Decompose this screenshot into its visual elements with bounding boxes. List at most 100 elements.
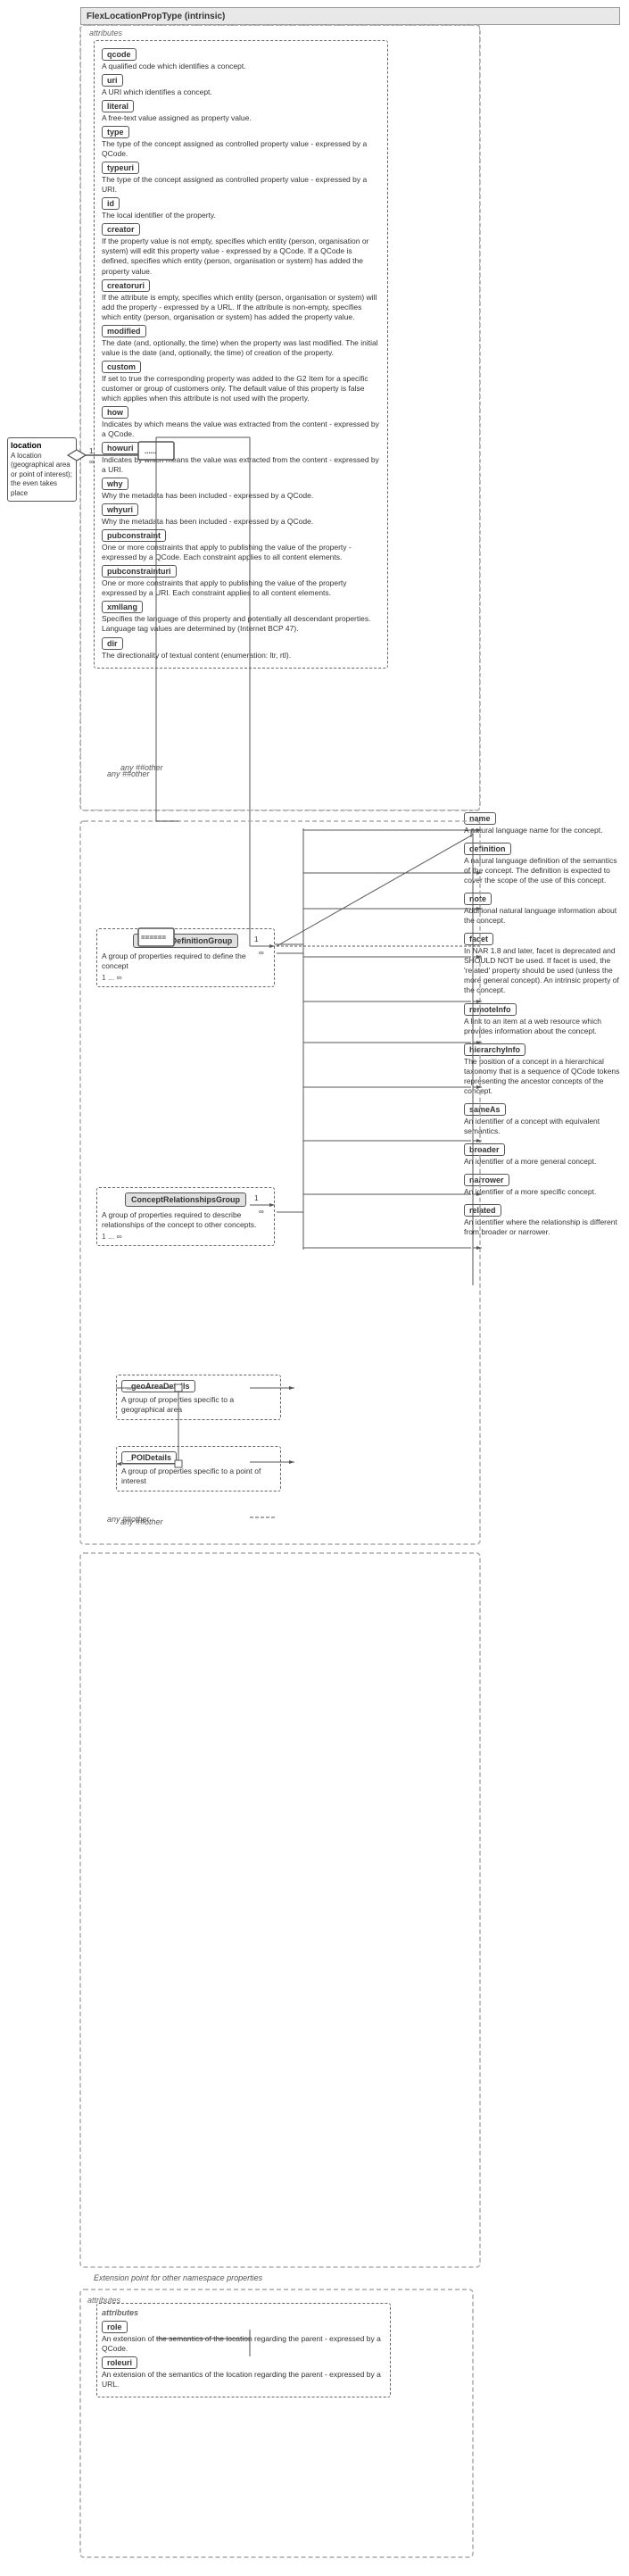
attr-desc-why: Why the metadata has been included - exp… — [102, 491, 380, 501]
prop-facet-label: facet — [464, 933, 493, 945]
attr-name-creator: creator — [102, 223, 140, 236]
attr-desc-id: The local identifier of the property. — [102, 211, 380, 220]
prop-remoteinfo: remoteInfo A link to an item at a web re… — [464, 1003, 620, 1036]
prop-facet: facet In NAR 1.8 and later, facet is dep… — [464, 933, 620, 995]
attr-typeuri: typeuri The type of the concept assigned… — [102, 162, 380, 195]
attr-creatoruri: creatoruri If the attribute is empty, sp… — [102, 279, 380, 322]
attr-pubconstraint: pubconstraint One or more constraints th… — [102, 529, 380, 562]
attr-name-why: why — [102, 478, 128, 490]
concept-rel-group-label: ConceptRelationshipsGroup — [125, 1192, 246, 1207]
fother-tag-2: any ##other — [120, 1517, 163, 1527]
prop-hierarchyinfo: hierarchyInfo The position of a concept … — [464, 1043, 620, 1096]
attr-name-pubconstrainturi: pubconstrainturi — [102, 565, 177, 578]
concept-def-mult-1: 1 — [102, 973, 106, 982]
attr-name-id: id — [102, 197, 120, 210]
prop-narrower: narrower An identifier of a more specifi… — [464, 1174, 620, 1197]
attr-name-qcode: qcode — [102, 48, 137, 61]
prop-broader-label: broader — [464, 1143, 505, 1156]
attr-name-uri: uri — [102, 74, 123, 87]
attr-desc-uri: A URI which identifies a concept. — [102, 87, 380, 97]
attr-name-dir: dir — [102, 637, 123, 650]
attr-name-typeuri: typeuri — [102, 162, 139, 174]
concept-definition-group-box: ConceptDefinitionGroup A group of proper… — [96, 928, 275, 987]
prop-related-desc: An identifier where the relationship is … — [464, 1217, 620, 1237]
prop-broader: broader An identifier of a more general … — [464, 1143, 620, 1167]
concept-rel-mult-2: ∞ — [117, 1232, 122, 1241]
attr-name-modified: modified — [102, 325, 146, 337]
concept-relationships-group-box: ConceptRelationshipsGroup A group of pro… — [96, 1187, 275, 1246]
bottom-attr-roleuri: roleuri An extension of the semantics of… — [102, 2356, 385, 2389]
attr-xmllang: xmllang Specifies the language of this p… — [102, 601, 380, 634]
attr-uri: uri A URI which identifies a concept. — [102, 74, 380, 97]
attr-desc-qcode: A qualified code which identifies a conc… — [102, 62, 380, 71]
attr-name-creatoruri: creatoruri — [102, 279, 150, 292]
attr-creator: creator If the property value is not emp… — [102, 223, 380, 276]
attr-name-type: type — [102, 126, 129, 138]
attr-desc-literal: A free-text value assigned as property v… — [102, 113, 380, 123]
attr-why: why Why the metadata has been included -… — [102, 478, 380, 501]
prop-narrower-desc: An identifier of a more specific concept… — [464, 1187, 620, 1197]
prop-broader-desc: An identifier of a more general concept. — [464, 1157, 620, 1167]
title-bar: FlexLocationPropType (intrinsic) — [80, 7, 620, 25]
prop-related-label: related — [464, 1204, 501, 1217]
poi-details-label: _POIDetails — [121, 1451, 177, 1464]
concept-rel-mult-1: 1 — [102, 1232, 106, 1241]
attr-name-howuri: howuri — [102, 442, 139, 454]
attr-desc-how: Indicates by which means the value was e… — [102, 420, 380, 439]
prop-definition-label: definition — [464, 843, 511, 855]
geo-area-details-box: _geoAreaDetails A group of properties sp… — [116, 1375, 281, 1420]
attributes-label: attributes — [89, 29, 122, 37]
attr-whyuri: whyuri Why the metadata has been include… — [102, 503, 380, 527]
prop-hierarchyinfo-desc: The position of a concept in a hierarchi… — [464, 1057, 620, 1096]
concept-rel-group-desc: A group of properties required to descri… — [102, 1210, 269, 1230]
prop-facet-desc: In NAR 1.8 and later, facet is deprecate… — [464, 946, 620, 995]
location-box: location A location (geographical area o… — [7, 437, 77, 502]
prop-related: related An identifier where the relation… — [464, 1204, 620, 1237]
attr-type: type The type of the concept assigned as… — [102, 126, 380, 159]
concept-def-group-label: ConceptDefinitionGroup — [133, 934, 239, 948]
attr-desc-pubconstraint: One or more constraints that apply to pu… — [102, 543, 380, 562]
attr-desc-type: The type of the concept assigned as cont… — [102, 139, 380, 159]
attr-pubconstrainturi: pubconstrainturi One or more constraints… — [102, 565, 380, 598]
prop-name-label: name — [464, 812, 496, 825]
fother-tag-1: any ##other — [120, 763, 163, 773]
concept-def-mult-sep: ... — [108, 973, 114, 982]
geo-area-details-desc: A group of properties specific to a geog… — [121, 1395, 276, 1415]
attr-name-xmllang: xmllang — [102, 601, 143, 613]
diagram-title: FlexLocationPropType (intrinsic) — [87, 12, 225, 21]
poi-details-desc: A group of properties specific to a poin… — [121, 1467, 276, 1486]
attributes-section: attributes — [89, 29, 122, 38]
attr-qcode: qcode A qualified code which identifies … — [102, 48, 380, 71]
attr-dir: dir The directionality of textual conten… — [102, 637, 380, 661]
attr-desc-dir: The directionality of textual content (e… — [102, 651, 380, 661]
bottom-attributes-box: attributes role An extension of the sema… — [96, 2303, 391, 2397]
attr-name-literal: literal — [102, 100, 134, 112]
prop-sameas-label: sameAs — [464, 1103, 506, 1116]
concept-def-mult-2: ∞ — [117, 973, 122, 982]
location-title: location — [11, 441, 73, 450]
attr-custom: custom If set to true the corresponding … — [102, 361, 380, 403]
bottom-attr-name-roleuri: roleuri — [102, 2356, 137, 2369]
attr-desc-modified: The date (and, optionally, the time) whe… — [102, 338, 380, 358]
prop-remoteinfo-desc: A link to an item at a web resource whic… — [464, 1017, 620, 1036]
bottom-attr-name-role: role — [102, 2321, 128, 2333]
attr-desc-custom: If set to true the corresponding propert… — [102, 374, 380, 403]
attr-literal: literal A free-text value assigned as pr… — [102, 100, 380, 123]
location-desc: A location (geographical area or point o… — [11, 452, 73, 498]
prop-narrower-label: narrower — [464, 1174, 509, 1186]
prop-note-label: note — [464, 893, 492, 905]
attr-desc-pubconstrainturi: One or more constraints that apply to pu… — [102, 578, 380, 598]
attr-name-custom: custom — [102, 361, 141, 373]
bottom-attr-desc-role: An extension of the semantics of the loc… — [102, 2334, 385, 2354]
attr-id: id The local identifier of the property. — [102, 197, 380, 220]
poi-details-box: _POIDetails A group of properties specif… — [116, 1446, 281, 1492]
right-properties: name A natural language name for the con… — [464, 812, 620, 1244]
attr-desc-typeuri: The type of the concept assigned as cont… — [102, 175, 380, 195]
bottom-attr-role: role An extension of the semantics of th… — [102, 2321, 385, 2354]
attr-desc-creatoruri: If the attribute is empty, specifies whi… — [102, 293, 380, 322]
prop-definition: definition A natural language definition… — [464, 843, 620, 885]
attr-name-pubconstraint: pubconstraint — [102, 529, 166, 542]
attr-desc-xmllang: Specifies the language of this property … — [102, 614, 380, 634]
prop-note: note Additional natural language informa… — [464, 893, 620, 926]
bottom-attr-desc-roleuri: An extension of the semantics of the loc… — [102, 2370, 385, 2389]
